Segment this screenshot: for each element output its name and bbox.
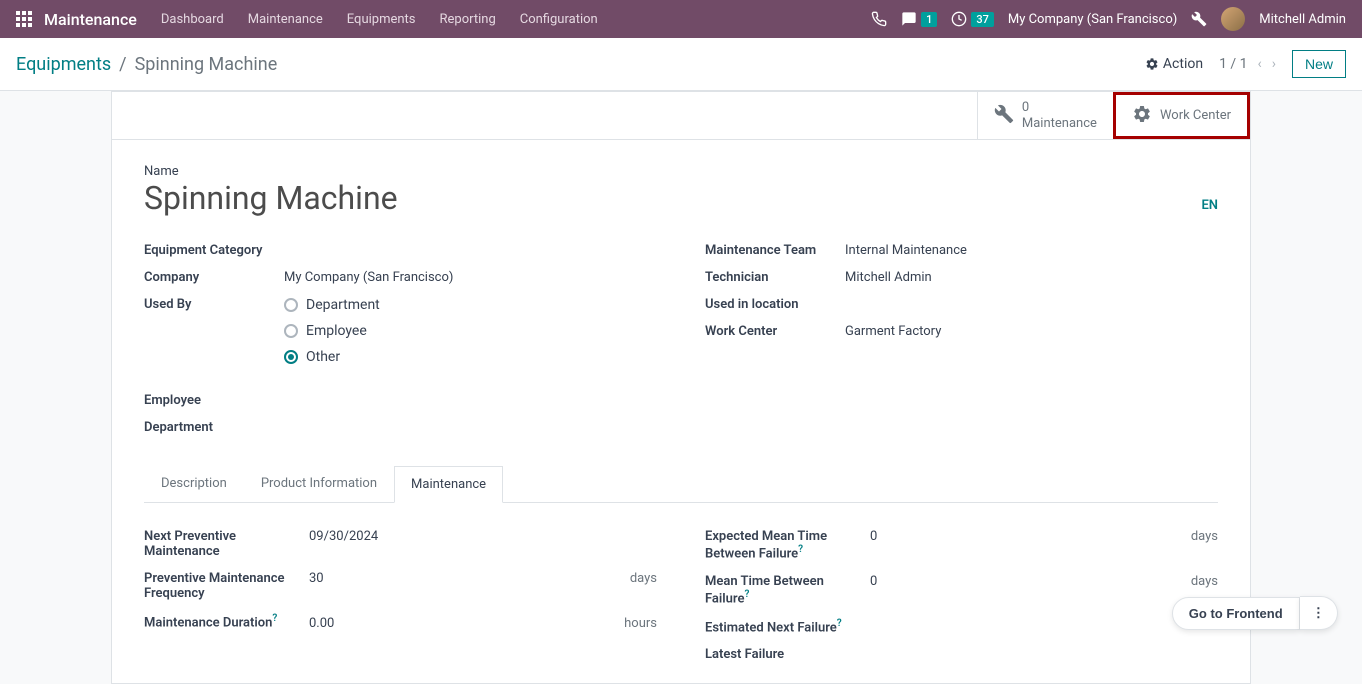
freq-unit: days	[630, 571, 657, 586]
name-field-label: Name	[144, 164, 1218, 179]
stat-workcenter-label: Work Center	[1160, 108, 1231, 124]
technician-value[interactable]: Mitchell Admin	[845, 270, 932, 285]
duration-unit: hours	[624, 616, 657, 631]
category-label: Equipment Category	[144, 243, 284, 258]
next-pm-value[interactable]: 09/30/2024	[309, 529, 657, 544]
equipment-name[interactable]: Spinning Machine	[144, 179, 1201, 217]
duration-label: Maintenance Duration?	[144, 613, 309, 630]
top-navbar: Maintenance Dashboard Maintenance Equipm…	[0, 0, 1362, 38]
workcenter-value[interactable]: Garment Factory	[845, 324, 941, 339]
radio-employee[interactable]: Employee	[284, 323, 380, 339]
go-to-frontend-button[interactable]: Go to Frontend	[1172, 597, 1300, 630]
emtbf-label: Expected Mean Time Between Failure?	[705, 529, 870, 561]
help-icon[interactable]: ?	[837, 618, 842, 629]
enf-label: Estimated Next Failure?	[705, 618, 870, 635]
apps-menu-icon[interactable]	[16, 11, 32, 27]
nav-reporting[interactable]: Reporting	[440, 12, 496, 27]
stat-maintenance-count: 0	[1022, 100, 1097, 116]
stat-maintenance-label: Maintenance	[1022, 116, 1097, 132]
lf-label: Latest Failure	[705, 647, 870, 662]
breadcrumb-separator: /	[119, 54, 126, 75]
employee-label: Employee	[144, 393, 284, 408]
chat-count-badge: 1	[921, 12, 937, 27]
user-avatar[interactable]	[1221, 7, 1245, 31]
mtbf-label: Mean Time Between Failure?	[705, 574, 870, 606]
freq-label: Preventive Maintenance Frequency	[144, 571, 309, 601]
gears-icon	[1132, 104, 1152, 128]
emtbf-unit: days	[1191, 529, 1218, 544]
wrench-icon	[994, 104, 1014, 128]
form-sheet: 0 Maintenance Work Center Name Spinning …	[111, 91, 1251, 684]
nav-configuration[interactable]: Configuration	[520, 12, 598, 27]
team-value[interactable]: Internal Maintenance	[845, 243, 967, 258]
app-brand: Maintenance	[44, 10, 137, 29]
tab-product-info[interactable]: Product Information	[244, 465, 394, 502]
subheader: Equipments / Spinning Machine Action 1 /…	[0, 38, 1362, 91]
breadcrumb-root[interactable]: Equipments	[16, 54, 111, 75]
activity-count-badge: 37	[971, 12, 994, 27]
frontend-float: Go to Frontend ⋮	[1172, 596, 1338, 630]
freq-value[interactable]: 30	[309, 571, 630, 586]
help-icon[interactable]: ?	[272, 613, 277, 624]
nav-maintenance[interactable]: Maintenance	[248, 12, 323, 27]
activity-icon[interactable]: 37	[951, 11, 994, 27]
mtbf-value[interactable]: 0	[870, 574, 1191, 589]
chat-icon[interactable]: 1	[901, 11, 937, 27]
pager-prev-icon[interactable]: ‹	[1258, 56, 1262, 72]
debug-icon[interactable]	[1191, 11, 1207, 27]
pager: 1 / 1 ‹ ›	[1219, 56, 1276, 72]
tab-maintenance[interactable]: Maintenance	[394, 466, 503, 503]
duration-value[interactable]: 0.00	[309, 616, 624, 631]
breadcrumb-current: Spinning Machine	[135, 54, 278, 75]
tab-description[interactable]: Description	[144, 465, 244, 502]
next-pm-label: Next Preventive Maintenance	[144, 529, 309, 559]
radio-other[interactable]: Other	[284, 349, 380, 365]
help-icon[interactable]: ?	[798, 544, 803, 555]
frontend-menu-icon[interactable]: ⋮	[1300, 596, 1338, 630]
language-badge[interactable]: EN	[1201, 198, 1218, 213]
tabs: Description Product Information Maintena…	[144, 465, 1218, 503]
company-selector[interactable]: My Company (San Francisco)	[1008, 12, 1177, 27]
action-dropdown[interactable]: Action	[1145, 56, 1203, 72]
phone-icon[interactable]	[871, 11, 887, 27]
nav-equipments[interactable]: Equipments	[347, 12, 416, 27]
radio-department[interactable]: Department	[284, 297, 380, 313]
team-label: Maintenance Team	[705, 243, 845, 258]
new-button[interactable]: New	[1292, 50, 1346, 78]
breadcrumb: Equipments / Spinning Machine	[16, 54, 277, 75]
help-icon[interactable]: ?	[744, 589, 749, 600]
pager-text: 1 / 1	[1219, 56, 1247, 72]
workcenter-label: Work Center	[705, 324, 845, 339]
technician-label: Technician	[705, 270, 845, 285]
emtbf-value[interactable]: 0	[870, 529, 1191, 544]
department-label: Department	[144, 420, 284, 435]
stat-maintenance-button[interactable]: 0 Maintenance	[977, 92, 1113, 139]
stat-workcenter-button[interactable]: Work Center	[1113, 92, 1250, 139]
usedby-label: Used By	[144, 297, 284, 312]
nav-dashboard[interactable]: Dashboard	[161, 12, 224, 27]
user-name[interactable]: Mitchell Admin	[1259, 12, 1346, 27]
company-label: Company	[144, 270, 284, 285]
location-label: Used in location	[705, 297, 845, 312]
nav-menu: Dashboard Maintenance Equipments Reporti…	[161, 12, 598, 27]
pager-next-icon[interactable]: ›	[1272, 56, 1276, 72]
company-value[interactable]: My Company (San Francisco)	[284, 270, 453, 285]
mtbf-unit: days	[1191, 574, 1218, 589]
